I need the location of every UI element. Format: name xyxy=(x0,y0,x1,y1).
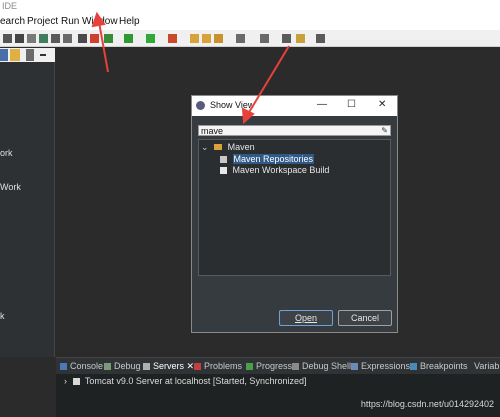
tab-console[interactable]: Console xyxy=(60,361,103,371)
window-titlebar: IDE xyxy=(0,0,500,14)
tab-progress[interactable]: Progress xyxy=(246,361,292,371)
link-editor-icon[interactable] xyxy=(10,49,20,61)
minimize-button[interactable]: — xyxy=(317,99,327,110)
expressions-icon xyxy=(351,363,358,370)
menu-project[interactable]: Project xyxy=(27,16,58,27)
menu-window[interactable]: Window xyxy=(82,16,118,27)
tree-item[interactable]: ork xyxy=(0,148,13,158)
menu-help[interactable]: Help xyxy=(119,16,140,27)
main-toolbar xyxy=(0,30,500,47)
last-edit-icon[interactable] xyxy=(296,34,305,43)
watermark: https://blog.csdn.net/u014292402 xyxy=(360,399,494,409)
annotation-icon[interactable] xyxy=(236,34,245,43)
tab-problems[interactable]: Problems xyxy=(194,361,242,371)
tab-breakpoints[interactable]: Breakpoints xyxy=(410,361,468,371)
menu-run[interactable]: Run xyxy=(61,16,79,27)
tab-debug[interactable]: Debug xyxy=(104,361,141,371)
tab-debug-shell[interactable]: Debug Shell xyxy=(292,361,351,371)
view-icon xyxy=(220,167,227,174)
view-icon xyxy=(220,156,227,163)
tomcat-server-icon xyxy=(72,378,80,385)
tree-item-maven-repositories[interactable]: Maven Repositories xyxy=(220,154,315,164)
progress-icon xyxy=(246,363,253,370)
tree-item[interactable]: k xyxy=(0,311,5,321)
servers-icon[interactable] xyxy=(90,34,99,43)
item-label: Maven Repositories xyxy=(232,154,315,164)
view-menu-icon[interactable] xyxy=(26,49,34,61)
folder-label: Maven xyxy=(227,142,255,152)
open-label: Open xyxy=(294,313,318,323)
next-annotation-icon[interactable] xyxy=(260,34,269,43)
dialog-titlebar: Show View — ☐ ✕ xyxy=(192,96,397,116)
console-icon xyxy=(60,363,67,370)
window-title: IDE xyxy=(2,1,18,11)
filter-input[interactable] xyxy=(201,126,371,135)
tab-variables[interactable]: Variab xyxy=(474,361,499,371)
dialog-title: Show View xyxy=(210,100,255,110)
problems-icon xyxy=(194,363,201,370)
close-button[interactable]: ✕ xyxy=(378,99,386,110)
servers-icon xyxy=(143,363,150,370)
tree-item[interactable]: Work xyxy=(0,182,21,192)
maximize-button[interactable]: ☐ xyxy=(347,99,356,110)
back-icon[interactable] xyxy=(282,34,291,43)
tab-label: Variab xyxy=(474,361,500,371)
tab-label: Problems xyxy=(204,361,243,371)
step-return-icon[interactable] xyxy=(63,34,72,43)
eclipse-icon xyxy=(196,101,205,110)
suspend-icon[interactable] xyxy=(15,34,24,43)
forward-icon[interactable] xyxy=(316,34,325,43)
tab-label: Expressions xyxy=(361,361,411,371)
tab-label: Debug Shell xyxy=(302,361,352,371)
bottom-view-tabs: Console Debug Servers ✕ Problems Progres… xyxy=(56,357,500,374)
server-row[interactable]: › Tomcat v9.0 Server at localhost [Start… xyxy=(64,376,306,386)
expand-icon[interactable]: › xyxy=(64,376,67,386)
collapse-all-icon[interactable] xyxy=(0,49,8,61)
servers-view: › Tomcat v9.0 Server at localhost [Start… xyxy=(56,374,500,417)
item-label: Maven Workspace Build xyxy=(232,165,330,175)
tab-expressions[interactable]: Expressions xyxy=(351,361,410,371)
folder-icon xyxy=(214,144,223,150)
project-explorer-panel: ork Work k xyxy=(0,48,55,357)
search-icon[interactable] xyxy=(214,34,223,43)
tab-label: Debug xyxy=(114,361,141,371)
tab-servers[interactable]: Servers ✕ xyxy=(143,361,194,372)
tab-label: Servers xyxy=(153,361,185,371)
menu-search[interactable]: earch xyxy=(0,16,25,27)
close-icon[interactable]: ✕ xyxy=(187,361,195,371)
tree-folder-maven[interactable]: ⌄ Maven xyxy=(201,142,255,153)
open-type-icon[interactable] xyxy=(190,34,199,43)
cancel-button[interactable]: Cancel xyxy=(338,310,392,326)
tree-item-maven-workspace-build[interactable]: Maven Workspace Build xyxy=(220,165,329,175)
open-button[interactable]: Open xyxy=(279,310,333,326)
project-explorer-toolbar xyxy=(0,48,55,62)
debug-shell-icon xyxy=(292,363,299,370)
tab-label: Console xyxy=(70,361,104,371)
new-wizard-icon[interactable] xyxy=(104,34,113,43)
terminate-icon[interactable] xyxy=(27,34,36,43)
step-into-icon[interactable] xyxy=(39,34,48,43)
server-label: Tomcat v9.0 Server at localhost [Started… xyxy=(84,376,307,386)
open-folder-icon[interactable] xyxy=(202,34,211,43)
minimize-icon[interactable] xyxy=(40,54,46,56)
tab-label: Progress xyxy=(256,361,293,371)
cancel-label: Cancel xyxy=(350,313,379,323)
tab-label: Breakpoints xyxy=(420,361,468,371)
clear-filter-icon[interactable]: ✎ xyxy=(381,126,388,135)
debug-icon xyxy=(104,363,111,370)
open-console-icon[interactable] xyxy=(78,34,87,43)
show-view-dialog: Show View — ☐ ✕ ✎ ⌄ Maven Maven Reposito… xyxy=(191,95,398,333)
filter-field: ✎ xyxy=(198,125,391,136)
step-over-icon[interactable] xyxy=(51,34,60,43)
skip-breakpoints-icon[interactable] xyxy=(3,34,12,43)
debug-icon[interactable] xyxy=(124,34,133,43)
view-tree: ⌄ Maven Maven Repositories Maven Workspa… xyxy=(198,139,391,276)
external-tools-icon[interactable] xyxy=(168,34,177,43)
breakpoints-icon xyxy=(410,363,417,370)
run-icon[interactable] xyxy=(146,34,155,43)
menu-bar: earch Project Run Window Help xyxy=(0,14,500,30)
collapse-icon[interactable]: ⌄ xyxy=(201,142,209,152)
